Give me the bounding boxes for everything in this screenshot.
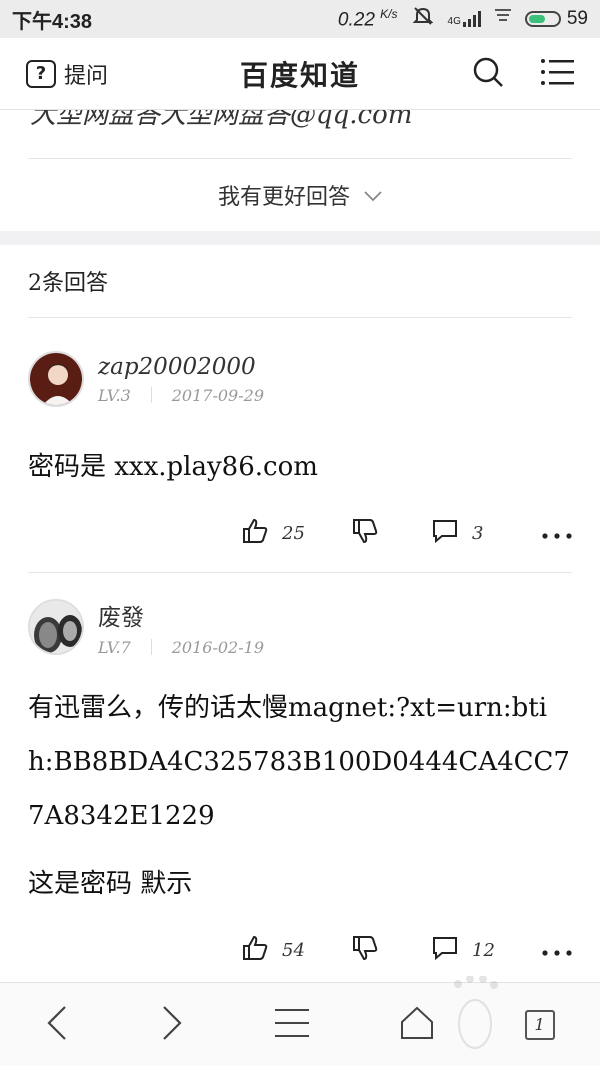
- answer-paragraph: 有迅雷么，传的话太慢magnet:?xt=urn:btih:BB8BDA4C32…: [28, 693, 570, 831]
- answer-author: zap20002000 LV.3 2017-09-29: [28, 318, 572, 414]
- avatar[interactable]: [28, 599, 84, 655]
- ask-label: 提问: [64, 63, 109, 89]
- like-button[interactable]: 54: [242, 935, 352, 966]
- thumbs-down-icon: [352, 935, 378, 966]
- answer-date: 2016-02-19: [171, 637, 264, 657]
- mute-icon: [412, 5, 434, 33]
- thumbs-up-icon: [242, 518, 268, 549]
- status-time: 下午4:38: [12, 10, 93, 33]
- answer-item: zap20002000 LV.3 2017-09-29 密码是 xxx.play…: [0, 318, 600, 572]
- username[interactable]: 废發: [98, 598, 264, 632]
- back-icon[interactable]: [45, 1005, 69, 1045]
- author-meta: 废發 LV.7 2016-02-19: [98, 598, 264, 657]
- paw-watermark-icon: [450, 975, 500, 1056]
- avatar[interactable]: [28, 351, 84, 407]
- answer-item: 废發 LV.7 2016-02-19 有迅雷么，传的话太慢magnet:?xt=…: [0, 573, 600, 989]
- menu-lines-icon[interactable]: [274, 1008, 309, 1042]
- search-icon[interactable]: [472, 56, 504, 92]
- answer-author: 废發 LV.7 2016-02-19: [28, 573, 572, 659]
- section-gap: [0, 231, 600, 245]
- user-level: LV.7: [98, 637, 131, 657]
- chevron-down-icon: [364, 183, 382, 208]
- thumbs-up-icon: [242, 935, 268, 966]
- signal-icon: 4G: [448, 11, 481, 27]
- thumbs-down-icon: [352, 518, 378, 549]
- answer-body: 密码是 xxx.play86.com: [28, 440, 572, 494]
- separator: [150, 639, 152, 655]
- more-icon: [542, 940, 572, 961]
- browser-bottom-bar: 1: [0, 975, 600, 1066]
- answer-date: 2017-09-29: [171, 385, 264, 405]
- like-button[interactable]: 25: [242, 518, 352, 549]
- better-answer-button[interactable]: 我有更好回答: [0, 159, 600, 231]
- comment-count: 12: [472, 939, 495, 961]
- more-icon: [542, 523, 572, 544]
- page-content: 大型网盘答大型网盘答@qq.com 我有更好回答 2条回答 zap2000200…: [0, 110, 600, 1003]
- comment-icon: [432, 519, 458, 548]
- wifi-icon: [494, 7, 511, 31]
- status-bar: 下午4:38 0.22 K/s 4G 59: [0, 0, 600, 38]
- username[interactable]: zap20002000: [98, 354, 264, 380]
- answer-actions: 25 3: [28, 494, 572, 572]
- more-options-button[interactable]: [532, 940, 572, 961]
- separator: [150, 387, 152, 403]
- home-icon[interactable]: [400, 1006, 434, 1044]
- like-count: 54: [282, 939, 305, 961]
- forward-icon[interactable]: [160, 1005, 184, 1045]
- dislike-button[interactable]: [352, 935, 432, 966]
- comment-icon: [432, 936, 458, 965]
- author-subline: LV.7 2016-02-19: [98, 638, 264, 657]
- status-right: 0.22 K/s 4G 59: [338, 5, 588, 33]
- comment-button[interactable]: 12: [432, 936, 532, 965]
- answer-paragraph: 这是密码 默示: [28, 869, 193, 899]
- dislike-button[interactable]: [352, 518, 432, 549]
- author-meta: zap20002000 LV.3 2017-09-29: [98, 354, 264, 405]
- more-options-button[interactable]: [532, 523, 572, 544]
- top-nav: ? 提问 百度知道: [0, 38, 600, 110]
- comment-count: 3: [472, 522, 484, 544]
- answers-count: 2条回答: [28, 271, 108, 296]
- answer-body: 有迅雷么，传的话太慢magnet:?xt=urn:btih:BB8BDA4C32…: [28, 681, 572, 911]
- battery-icon: [524, 11, 561, 27]
- user-level: LV.3: [98, 385, 131, 405]
- better-answer-label: 我有更好回答: [217, 185, 350, 210]
- author-subline: LV.3 2017-09-29: [98, 386, 264, 405]
- tabs-count-button[interactable]: 1: [524, 1009, 555, 1040]
- menu-icon[interactable]: [540, 58, 574, 90]
- battery-indicator: 59: [524, 8, 588, 30]
- comment-button[interactable]: 3: [432, 519, 532, 548]
- network-speed: 0.22 K/s: [337, 6, 398, 31]
- question-partial-text: 大型网盘答大型网盘答@qq.com: [30, 110, 413, 130]
- question-icon: ?: [26, 59, 56, 88]
- ask-button[interactable]: ? 提问: [26, 58, 108, 90]
- answer-paragraph: 密码是 xxx.play86.com: [28, 452, 318, 482]
- like-count: 25: [282, 522, 305, 544]
